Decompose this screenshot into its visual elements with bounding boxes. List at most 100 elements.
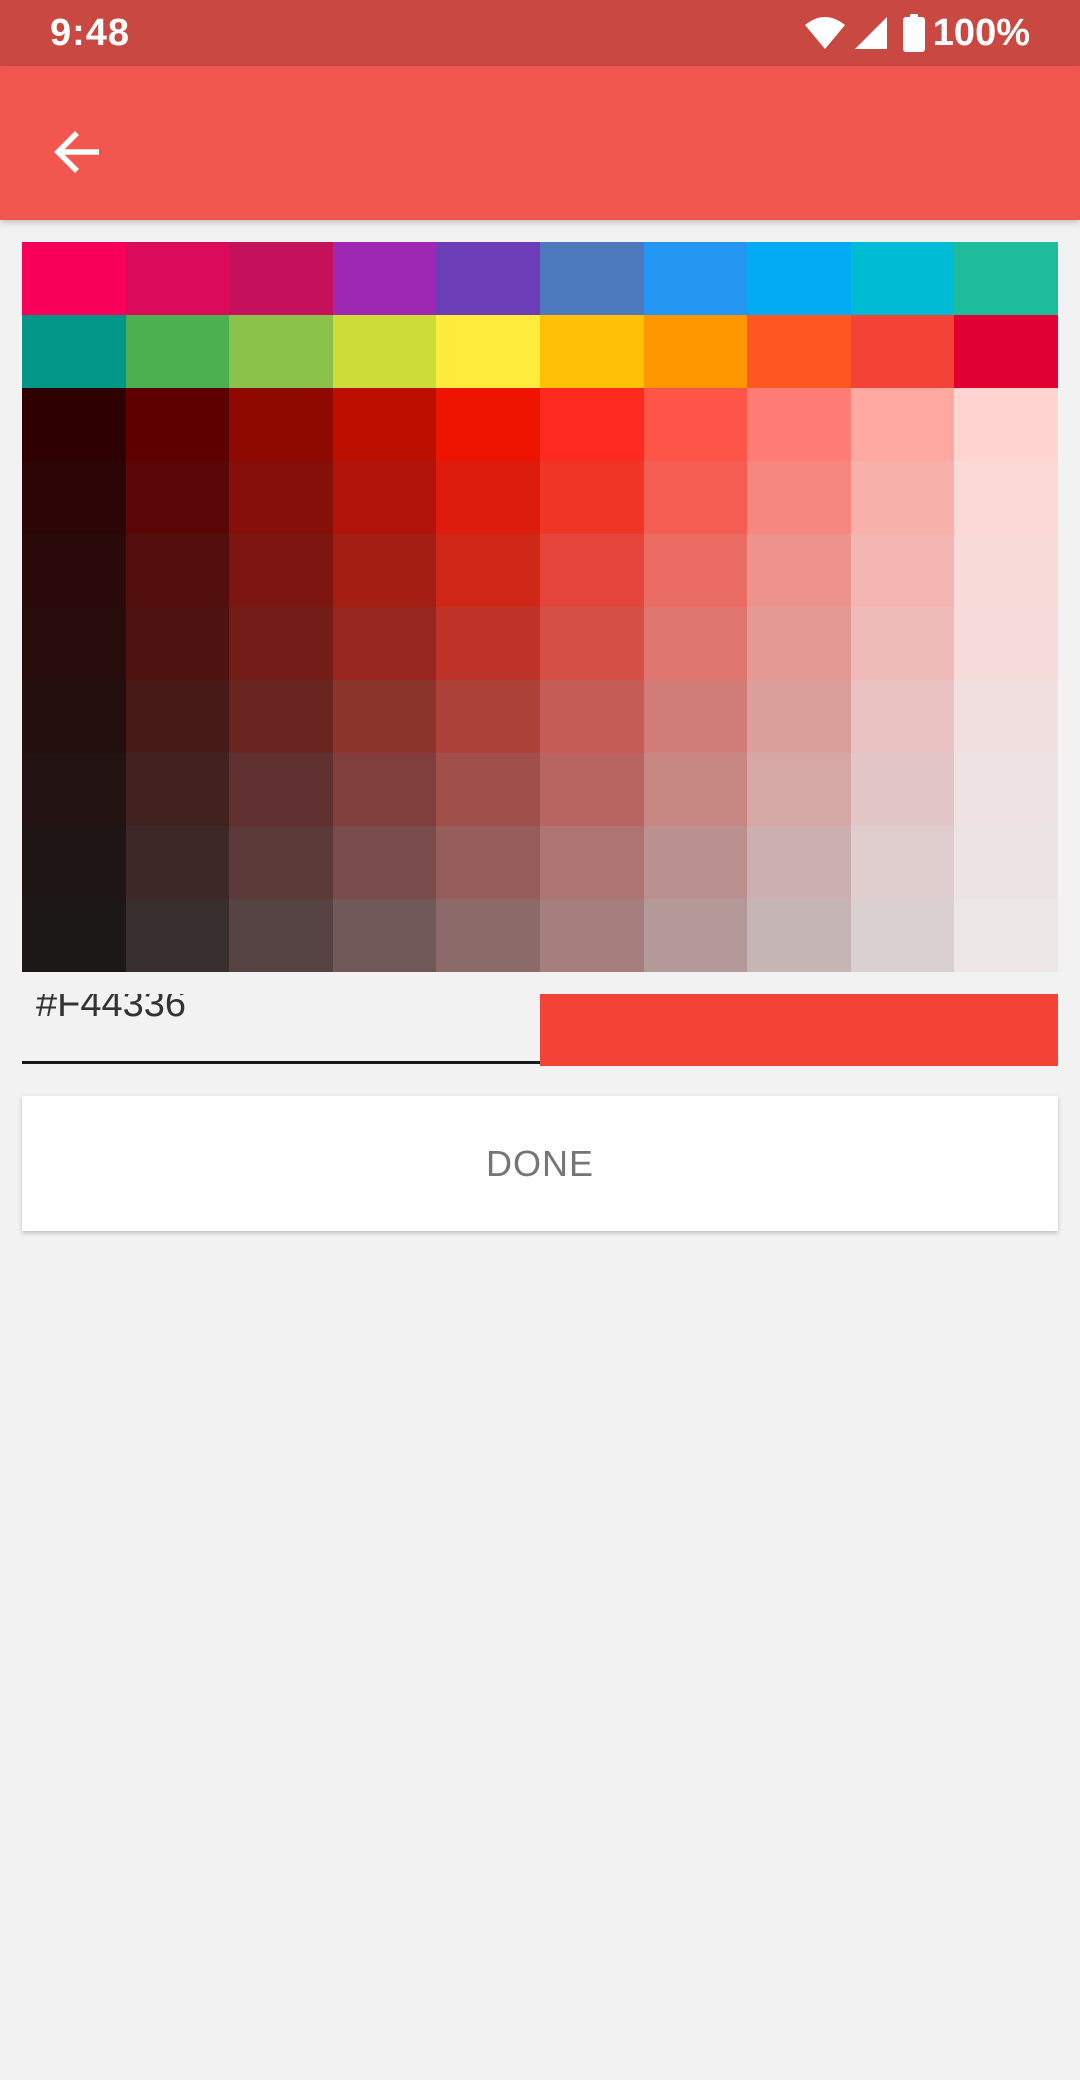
color-swatch[interactable] [643,753,748,826]
color-swatch[interactable] [539,607,644,680]
color-swatch[interactable] [954,826,1058,899]
hex-color-field[interactable] [22,994,540,1064]
color-swatch[interactable] [436,680,540,753]
color-swatch[interactable] [539,680,644,753]
color-swatch[interactable] [125,388,230,461]
color-swatch[interactable] [747,388,851,461]
color-swatch[interactable] [22,826,126,899]
color-swatch[interactable] [22,388,126,461]
color-swatch[interactable] [643,534,748,607]
color-swatch[interactable] [229,826,333,899]
color-swatch[interactable] [22,534,126,607]
color-swatch[interactable] [125,242,230,315]
color-swatch[interactable] [436,534,540,607]
color-swatch[interactable] [332,899,437,972]
color-swatch[interactable] [22,242,126,315]
color-swatch[interactable] [125,826,230,899]
color-swatch[interactable] [125,607,230,680]
color-swatch[interactable] [229,899,333,972]
color-swatch[interactable] [850,899,955,972]
color-swatch[interactable] [539,826,644,899]
hex-color-input[interactable] [36,994,516,1034]
color-swatch[interactable] [643,388,748,461]
color-swatch[interactable] [643,826,748,899]
color-swatch[interactable] [22,315,126,388]
color-swatch[interactable] [850,242,955,315]
color-swatch[interactable] [539,388,644,461]
color-swatch[interactable] [850,753,955,826]
color-swatch[interactable] [22,899,126,972]
color-swatch[interactable] [850,607,955,680]
color-swatch[interactable] [125,899,230,972]
color-swatch[interactable] [747,680,851,753]
color-swatch[interactable] [436,461,540,534]
color-swatch[interactable] [954,680,1058,753]
done-button[interactable]: DONE [22,1096,1058,1231]
color-swatch[interactable] [229,242,333,315]
color-swatch[interactable] [125,680,230,753]
color-swatch[interactable] [643,899,748,972]
color-swatch[interactable] [643,461,748,534]
color-swatch[interactable] [125,315,230,388]
color-swatch[interactable] [22,461,126,534]
color-swatch[interactable] [850,534,955,607]
color-swatch[interactable] [436,242,540,315]
color-swatch[interactable] [954,461,1058,534]
color-swatch[interactable] [125,461,230,534]
color-swatch[interactable] [436,753,540,826]
color-swatch[interactable] [332,461,437,534]
color-swatch[interactable] [229,461,333,534]
color-swatch[interactable] [954,534,1058,607]
color-swatch[interactable] [22,680,126,753]
color-swatch[interactable] [747,242,851,315]
color-swatch[interactable] [229,315,333,388]
color-swatch[interactable] [954,388,1058,461]
color-swatch[interactable] [22,607,126,680]
color-swatch[interactable] [436,826,540,899]
color-swatch[interactable] [436,607,540,680]
color-swatch[interactable] [954,607,1058,680]
color-swatch[interactable] [747,607,851,680]
color-swatch[interactable] [332,242,437,315]
color-swatch[interactable] [747,534,851,607]
color-swatch[interactable] [643,680,748,753]
color-swatch[interactable] [22,753,126,826]
color-swatch[interactable] [125,753,230,826]
color-swatch[interactable] [539,753,644,826]
color-swatch[interactable] [850,680,955,753]
color-swatch[interactable] [332,753,437,826]
color-swatch[interactable] [229,753,333,826]
color-swatch[interactable] [332,534,437,607]
color-swatch[interactable] [436,315,540,388]
color-swatch[interactable] [747,315,851,388]
color-swatch[interactable] [332,388,437,461]
color-swatch[interactable] [850,461,955,534]
color-swatch[interactable] [747,899,851,972]
color-swatch[interactable] [539,315,644,388]
color-swatch[interactable] [229,534,333,607]
color-swatch[interactable] [332,607,437,680]
color-swatch[interactable] [850,826,955,899]
color-swatch[interactable] [850,315,955,388]
color-swatch[interactable] [954,753,1058,826]
color-swatch[interactable] [436,899,540,972]
color-swatch[interactable] [539,461,644,534]
color-swatch[interactable] [539,899,644,972]
color-swatch[interactable] [747,753,851,826]
color-swatch[interactable] [747,826,851,899]
color-swatch[interactable] [229,680,333,753]
color-swatch[interactable] [643,242,748,315]
color-swatch[interactable] [332,315,437,388]
color-swatch[interactable] [229,388,333,461]
color-swatch[interactable] [332,680,437,753]
color-swatch[interactable] [229,607,333,680]
color-swatch[interactable] [954,899,1058,972]
color-swatch[interactable] [643,315,748,388]
color-swatch[interactable] [436,388,540,461]
color-swatch[interactable] [643,607,748,680]
color-swatch[interactable] [954,315,1058,388]
color-swatch[interactable] [539,534,644,607]
color-swatch[interactable] [332,826,437,899]
color-swatch[interactable] [850,388,955,461]
color-swatch[interactable] [954,242,1058,315]
